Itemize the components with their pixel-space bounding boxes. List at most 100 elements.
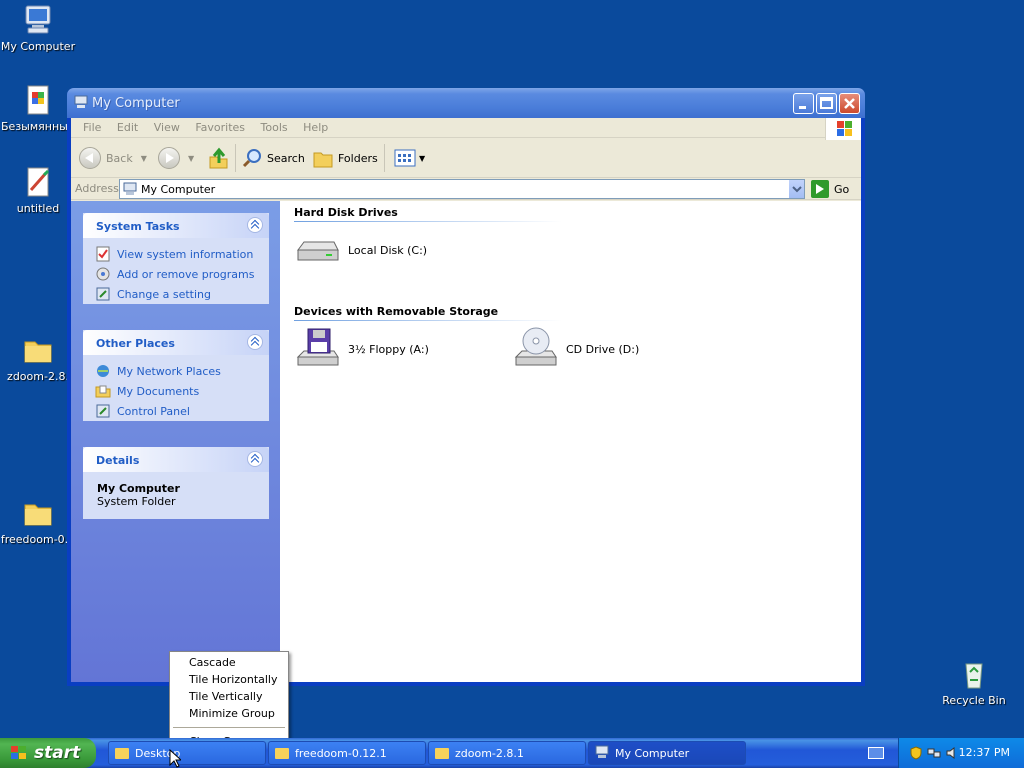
collapse-chevron-icon[interactable] bbox=[247, 334, 263, 350]
drive-floppy-a[interactable]: 3½ Floppy (A:) bbox=[294, 325, 429, 373]
drive-label: 3½ Floppy (A:) bbox=[348, 342, 429, 356]
folders-label: Folders bbox=[338, 151, 378, 165]
desktop-icon-label: Безымянный bbox=[1, 120, 75, 133]
task-change-setting[interactable]: Change a setting bbox=[95, 284, 257, 304]
keyboard-layout-icon[interactable] bbox=[868, 747, 884, 759]
panel-title: Details bbox=[96, 454, 140, 467]
place-my-documents[interactable]: My Documents bbox=[95, 381, 257, 401]
paint-file-icon bbox=[22, 84, 54, 116]
menu-separator bbox=[173, 727, 285, 728]
details-type: System Folder bbox=[97, 495, 176, 508]
menu-file[interactable]: File bbox=[77, 118, 107, 137]
place-control-panel[interactable]: Control Panel bbox=[95, 401, 257, 421]
task-link-label: Change a setting bbox=[117, 287, 211, 301]
menu-item-cascade[interactable]: Cascade bbox=[172, 654, 286, 671]
maximize-icon bbox=[820, 97, 833, 109]
address-dropdown-button[interactable] bbox=[788, 180, 804, 198]
drive-label: Local Disk (C:) bbox=[348, 243, 428, 257]
other-places-header[interactable]: Other Places bbox=[83, 330, 269, 355]
up-folder-button[interactable] bbox=[207, 146, 229, 170]
toolbar-separator bbox=[384, 144, 385, 172]
title-bar[interactable]: My Computer bbox=[67, 88, 865, 118]
desktop-icon-label: My Computer bbox=[0, 40, 76, 53]
desktop-icon-untitled[interactable]: untitled bbox=[0, 166, 76, 215]
menu-view[interactable]: View bbox=[148, 118, 186, 137]
menu-item-tile-horizontally[interactable]: Tile Horizontally bbox=[172, 671, 286, 688]
desktop-icon-label: zdoom-2.8. bbox=[7, 370, 69, 383]
desktop-icon-recycle-bin[interactable]: Recycle Bin bbox=[936, 658, 1012, 707]
desktop-icon-label: Recycle Bin bbox=[942, 694, 1006, 707]
collapse-chevron-icon[interactable] bbox=[247, 451, 263, 467]
close-icon bbox=[844, 98, 855, 109]
chevron-down-icon: ▼ bbox=[188, 153, 195, 163]
folders-button[interactable]: Folders bbox=[312, 146, 378, 170]
taskbar-button-desktop[interactable]: Desktop bbox=[108, 741, 266, 765]
menu-item-tile-vertically[interactable]: Tile Vertically bbox=[172, 688, 286, 705]
desktop-icon-zdoom[interactable]: zdoom-2.8. bbox=[0, 334, 76, 383]
taskbar-button-freedoom[interactable]: freedoom-0.12.1 bbox=[268, 741, 426, 765]
my-documents-icon bbox=[95, 383, 111, 399]
close-button[interactable] bbox=[839, 93, 860, 114]
my-computer-icon bbox=[595, 745, 609, 762]
views-icon bbox=[394, 149, 416, 167]
taskbar: start Desktop freedoom-0.12.1 zdoom-2.8.… bbox=[0, 738, 1024, 768]
window-client: File Edit View Favorites Tools Help Back… bbox=[71, 118, 861, 682]
details-header[interactable]: Details bbox=[83, 447, 269, 472]
back-button[interactable]: Back ▼ bbox=[79, 146, 147, 170]
folder-icon bbox=[275, 747, 289, 759]
network-connection-icon[interactable] bbox=[927, 746, 941, 760]
desktop-icon-my-computer[interactable]: My Computer bbox=[0, 4, 76, 53]
explorer-body: System Tasks View system information Add… bbox=[71, 201, 861, 682]
section-hard-disk-drives: Hard Disk Drives bbox=[294, 206, 398, 219]
drive-cd-d[interactable]: CD Drive (D:) bbox=[512, 325, 639, 373]
section-divider bbox=[294, 320, 562, 321]
forward-button[interactable]: ▼ bbox=[158, 146, 194, 170]
windows-logo-icon bbox=[10, 745, 28, 761]
menu-help[interactable]: Help bbox=[297, 118, 334, 137]
security-shield-icon[interactable] bbox=[909, 746, 923, 760]
task-pane: System Tasks View system information Add… bbox=[71, 201, 280, 682]
start-button[interactable]: start bbox=[0, 738, 96, 768]
chevron-down-icon: ▼ bbox=[140, 153, 147, 163]
go-label: Go bbox=[834, 182, 850, 196]
menu-edit[interactable]: Edit bbox=[111, 118, 144, 137]
panel-title: Other Places bbox=[96, 337, 175, 350]
drive-local-disk-c[interactable]: Local Disk (C:) bbox=[294, 226, 427, 274]
drive-label: CD Drive (D:) bbox=[566, 342, 640, 356]
chevron-down-icon bbox=[792, 186, 802, 193]
details-panel: Details My Computer System Folder bbox=[83, 447, 269, 519]
maximize-button[interactable] bbox=[816, 93, 837, 114]
task-add-remove-programs[interactable]: Add or remove programs bbox=[95, 264, 257, 284]
folder-icon bbox=[22, 497, 54, 529]
place-link-label: My Network Places bbox=[117, 364, 221, 378]
taskbar-button-zdoom[interactable]: zdoom-2.8.1 bbox=[428, 741, 586, 765]
search-button[interactable]: Search bbox=[241, 146, 305, 170]
up-arrow-icon bbox=[209, 147, 228, 169]
search-label: Search bbox=[267, 151, 305, 165]
toolbar-separator bbox=[235, 144, 236, 172]
menu-item-minimize-group[interactable]: Minimize Group bbox=[172, 705, 286, 722]
system-tasks-header[interactable]: System Tasks bbox=[83, 213, 269, 238]
address-value: My Computer bbox=[141, 183, 216, 196]
address-input[interactable]: My Computer bbox=[119, 179, 805, 199]
menu-favorites[interactable]: Favorites bbox=[189, 118, 251, 137]
toolbar: Back ▼ ▼ Search Folders ▼ bbox=[71, 138, 861, 178]
place-my-network-places[interactable]: My Network Places bbox=[95, 361, 257, 381]
menu-tools[interactable]: Tools bbox=[255, 118, 294, 137]
control-panel-icon bbox=[95, 403, 111, 419]
clock[interactable]: 12:37 PM bbox=[959, 746, 1010, 759]
go-button[interactable]: Go bbox=[811, 180, 849, 198]
collapse-chevron-icon[interactable] bbox=[247, 217, 263, 233]
desktop-icon-freedoom[interactable]: freedoom-0... bbox=[0, 497, 76, 546]
taskbar-button-label: zdoom-2.8.1 bbox=[455, 746, 524, 760]
taskbar-button-my-computer[interactable]: My Computer bbox=[588, 741, 746, 765]
my-computer-icon bbox=[22, 4, 54, 36]
recycle-bin-icon bbox=[958, 658, 990, 690]
volume-icon[interactable] bbox=[945, 746, 959, 760]
window-title: My Computer bbox=[92, 96, 180, 111]
desktop-icon-bezymyanny[interactable]: Безымянный bbox=[0, 84, 76, 133]
minimize-button[interactable] bbox=[793, 93, 814, 114]
task-view-system-information[interactable]: View system information bbox=[95, 244, 257, 264]
views-button[interactable]: ▼ bbox=[393, 146, 425, 170]
place-link-label: Control Panel bbox=[117, 404, 190, 418]
